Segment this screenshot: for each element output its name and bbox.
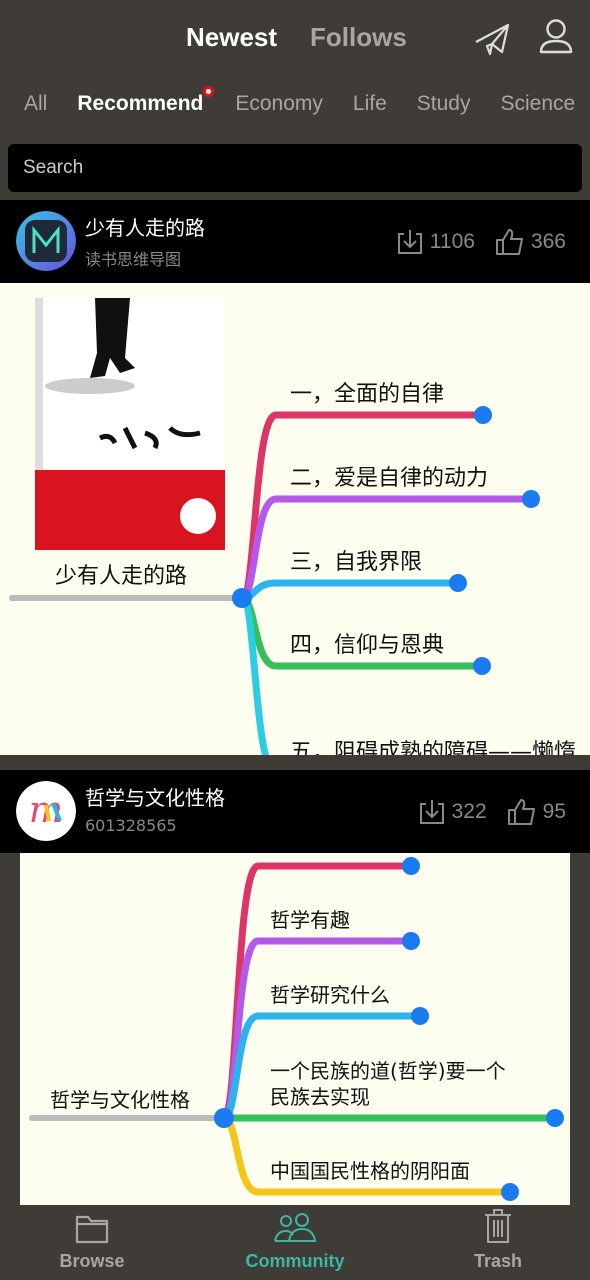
search-input[interactable]: Search: [8, 144, 582, 192]
download-count: 322: [451, 800, 487, 823]
branch-label: 四，信仰与恩典: [290, 633, 444, 658]
category-label: Recommend: [77, 92, 204, 115]
root-node[interactable]: [214, 1108, 234, 1128]
card-header[interactable]: m 哲学与文化性格 601328565 322 95: [0, 770, 590, 853]
folder-icon: [75, 1215, 109, 1244]
branch-label: 一，全面的自律: [290, 382, 444, 407]
card-title: 哲学与文化性格: [85, 786, 225, 810]
like-icon[interactable]: [495, 228, 525, 256]
branch-label: 一个民族的道(哲学)要一个: [270, 1059, 506, 1083]
branch-node[interactable]: [546, 1109, 564, 1127]
category-tabs: All Recommend Economy Life Study Science: [24, 86, 590, 116]
mindmap-root-label: 哲学与文化性格: [50, 1088, 190, 1112]
branch-node[interactable]: [411, 1007, 429, 1025]
branch-label: 哲学有趣: [270, 908, 350, 932]
mindmap-branches: 一，全面的自律二，爱是自律的动力三，自我界限四，信仰与恩典五，阻碍成熟的障碍——…: [9, 382, 576, 755]
category-recommend[interactable]: Recommend: [77, 86, 215, 116]
download-icon[interactable]: [418, 798, 446, 826]
notification-dot: [203, 86, 215, 97]
branch-line: [238, 594, 270, 755]
card-author: 601328565: [85, 816, 177, 835]
author-avatar: m: [16, 781, 76, 841]
nav-label: Community: [245, 1251, 345, 1271]
branch-node[interactable]: [501, 1183, 519, 1201]
tab-newest[interactable]: Newest: [186, 22, 277, 53]
category-economy[interactable]: Economy: [235, 92, 323, 116]
nav-community[interactable]: Community: [197, 1205, 393, 1271]
nav-label: Trash: [473, 1251, 523, 1271]
branch-label: 五，阻碍成熟的障碍——懒惰: [290, 740, 576, 755]
branch-node[interactable]: [473, 657, 491, 675]
mindmap-preview[interactable]: 一，全面的自律二，爱是自律的动力 三，自我界限 四，信仰与恩典五，阻碍成熟的障碍——…: [0, 283, 590, 755]
card-title: 少有人走的路: [85, 216, 205, 240]
top-bar: Newest Follows All Recommend Economy Lif…: [0, 0, 590, 200]
trash-icon: [485, 1209, 511, 1243]
branch-node[interactable]: [402, 857, 420, 875]
branch-node[interactable]: [402, 932, 420, 950]
card-stats: 322 95: [404, 798, 566, 826]
tab-follows[interactable]: Follows: [310, 22, 407, 53]
category-science[interactable]: Science: [500, 92, 575, 116]
mindmap-root-label: 少有人走的路: [55, 564, 188, 589]
branch-label: 二，爱是自律的动力: [290, 466, 488, 491]
nav-label: Browse: [59, 1251, 125, 1271]
card-author: 读书思维导图: [85, 250, 182, 269]
app-logo-avatar: [16, 211, 76, 271]
branch-node[interactable]: [522, 490, 540, 508]
like-count: 95: [542, 800, 566, 823]
branch-label: 民族去实现: [270, 1085, 370, 1109]
category-study[interactable]: Study: [417, 92, 471, 116]
branch-label: 中国国民性格的阴阳面: [270, 1159, 470, 1183]
root-node[interactable]: [232, 588, 252, 608]
category-life[interactable]: Life: [353, 92, 387, 116]
download-icon[interactable]: [396, 228, 424, 256]
branch-label: 三，自我界限: [290, 550, 422, 575]
branch-node[interactable]: [449, 574, 467, 592]
nav-trash[interactable]: Trash: [400, 1205, 590, 1271]
bottom-nav: Browse Community Trash: [0, 1205, 590, 1280]
user-icon[interactable]: [538, 18, 574, 56]
like-count: 366: [530, 230, 566, 253]
category-all[interactable]: All: [24, 92, 47, 116]
people-icon: [274, 1213, 317, 1242]
branch-label: 哲学研究什么: [270, 983, 390, 1007]
download-count: 1106: [429, 230, 475, 253]
mindmap-branches: 哲学有趣哲学研究什么一个民族的道(哲学)要一个民族去实现中国国民性格的阴阳面: [29, 857, 564, 1201]
nav-browse[interactable]: Browse: [0, 1205, 190, 1271]
branch-line: [241, 579, 458, 602]
card-header[interactable]: 少有人走的路 读书思维导图 1106 366: [0, 200, 590, 283]
mindmap-preview[interactable]: 哲学有趣哲学研究什么一个民族的道(哲学)要一个 民族去实现中国国民性格的阴阳面 哲…: [20, 853, 570, 1205]
card-stats: 1106 366: [382, 228, 566, 256]
branch-node[interactable]: [474, 406, 492, 424]
send-icon[interactable]: [474, 22, 512, 56]
like-icon[interactable]: [507, 798, 537, 826]
